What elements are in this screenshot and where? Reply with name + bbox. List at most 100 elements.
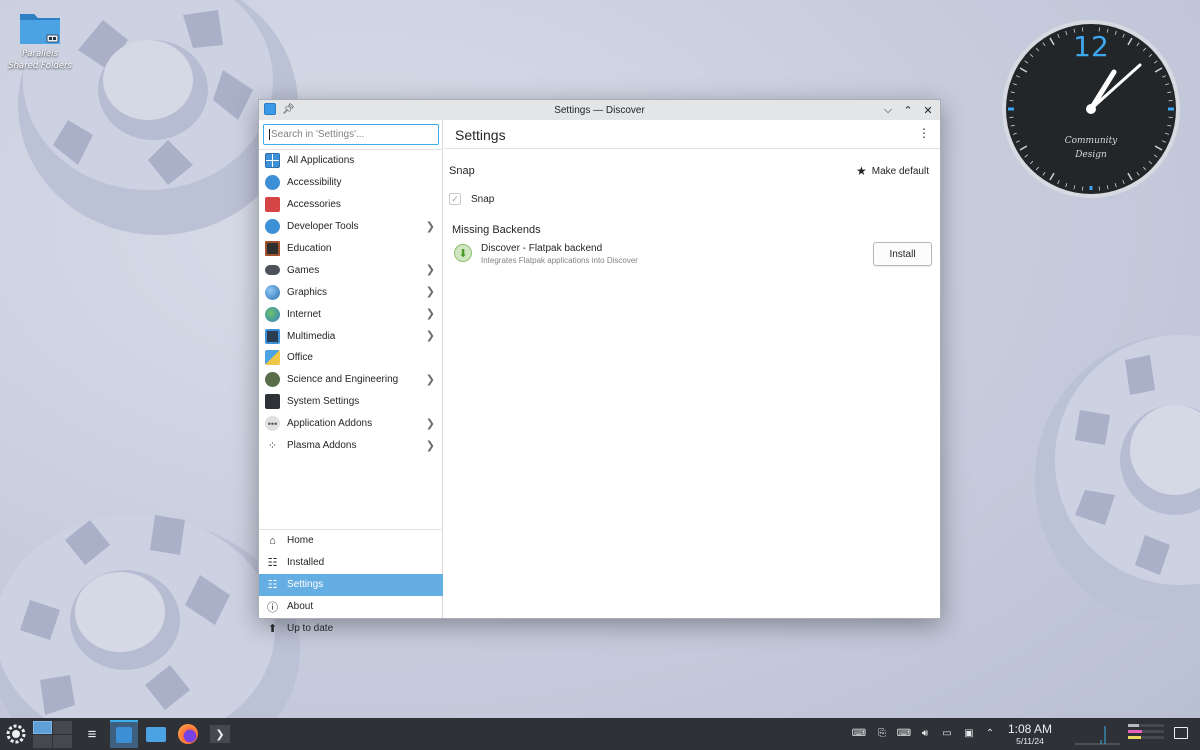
dots-icon: ••• xyxy=(265,416,280,432)
maximize-button[interactable]: ⌃ xyxy=(900,102,916,118)
settings-sliders-icon: ☷ xyxy=(267,579,278,592)
minimize-button[interactable]: ⌵ xyxy=(880,102,896,118)
sphere-icon xyxy=(265,284,280,300)
category-internet[interactable]: Internet ❯ xyxy=(259,303,443,325)
category-office[interactable]: Office xyxy=(259,347,443,369)
task-discover[interactable] xyxy=(110,720,138,748)
nav-label: Settings xyxy=(287,579,324,591)
category-label: Science and Engineering xyxy=(287,374,399,386)
category-list: All Applications Accessibility Accessori… xyxy=(259,149,443,456)
chevron-right-icon: ❯ xyxy=(425,330,435,343)
nav-label: Installed xyxy=(287,557,325,569)
keyboard-icon[interactable]: ⌨ xyxy=(897,727,911,739)
digital-clock[interactable]: 1:08 AM 5/11/24 xyxy=(1003,722,1057,747)
clock-date: 5/11/24 xyxy=(1016,736,1044,746)
expand-tray-icon[interactable]: ⌃ xyxy=(984,727,996,739)
missing-backends-title: Missing Backends xyxy=(452,224,541,236)
category-plasma-addons[interactable]: ⁘ Plasma Addons ❯ xyxy=(259,435,443,457)
task-firefox[interactable] xyxy=(174,720,202,748)
desktop-3[interactable] xyxy=(32,734,52,748)
desktop-icon-label: Parallels Shared Folders xyxy=(8,49,72,71)
clock-brand-line2: Design xyxy=(1074,150,1107,160)
task-dolphin[interactable] xyxy=(142,720,170,748)
category-science-and-engineering[interactable]: Science and Engineering ❯ xyxy=(259,369,443,391)
chevron-right-icon: ❯ xyxy=(425,439,435,452)
show-desktop-icon[interactable] xyxy=(1174,727,1188,739)
page-title: Settings xyxy=(455,127,506,143)
virtual-desktop-pager[interactable] xyxy=(32,720,72,748)
search-input[interactable]: Search in 'Settings'... xyxy=(263,124,439,145)
pin-icon[interactable]: 📌︎ xyxy=(282,104,295,115)
chevron-right-icon: ❯ xyxy=(425,417,435,430)
more-options-button[interactable]: ⋮ xyxy=(918,127,930,139)
category-system-settings[interactable]: System Settings xyxy=(259,391,443,413)
desktop-2[interactable] xyxy=(52,720,72,734)
category-label: Internet xyxy=(287,308,321,320)
chevron-right-icon: ❯ xyxy=(425,373,435,386)
volume-icon[interactable]: 🔊︎ xyxy=(919,727,931,739)
chevron-right-icon: ❯ xyxy=(425,286,435,299)
discover-app-icon[interactable] xyxy=(264,103,276,115)
nav-label: Up to date xyxy=(287,623,334,634)
globe-icon xyxy=(265,306,280,322)
category-all-applications[interactable]: All Applications xyxy=(259,150,443,172)
chalkboard-icon xyxy=(265,241,280,256)
search-placeholder: Search in 'Settings'... xyxy=(271,129,365,141)
install-button[interactable]: Install xyxy=(873,242,932,266)
chevron-right-icon: ❯ xyxy=(425,264,435,277)
office-icon xyxy=(265,350,280,366)
chevron-up-icon: ⌃ xyxy=(903,104,913,117)
category-education[interactable]: Education xyxy=(259,238,443,260)
category-accessories[interactable]: Accessories xyxy=(259,194,443,216)
nav-home[interactable]: ⌂ Home xyxy=(259,530,443,552)
memory-monitor-bars[interactable] xyxy=(1128,724,1164,744)
chevron-right-icon: ❯ xyxy=(425,220,435,233)
category-accessibility[interactable]: Accessibility xyxy=(259,172,443,194)
clipboard-icon[interactable]: ⎘ xyxy=(876,727,888,739)
update-icon: ⬆︎ xyxy=(267,623,278,635)
grid-icon xyxy=(265,153,280,169)
nav-about[interactable]: ⓘ About xyxy=(259,596,443,618)
category-multimedia[interactable]: Multimedia ❯ xyxy=(259,325,443,347)
category-application-addons[interactable]: ••• Application Addons ❯ xyxy=(259,413,443,435)
nav-up-to-date[interactable]: ⬆︎ Up to date xyxy=(259,618,443,640)
close-button[interactable]: ✕ xyxy=(920,102,936,118)
make-default-button[interactable]: ★ Make default xyxy=(856,164,929,178)
folder-icon xyxy=(18,8,62,46)
text-caret xyxy=(269,129,270,140)
taskbar: ≡ ❯ ⌨ ⎘ ⌨ 🔊︎ ▭ ▣ ⌃ 1:08 AM 5/11/24 xyxy=(0,718,1200,750)
category-label: Developer Tools xyxy=(287,221,359,233)
bottom-navigation: ⌂ Home ☷ Installed ☷ Settings ⓘ About ⬆︎… xyxy=(259,529,443,639)
home-icon: ⌂ xyxy=(269,534,276,547)
category-games[interactable]: Games ❯ xyxy=(259,259,443,281)
network-icon[interactable]: ▣ xyxy=(963,727,975,739)
desktop-shared-folders-icon[interactable]: Parallels Shared Folders xyxy=(8,8,72,72)
desktop-4[interactable] xyxy=(52,734,72,748)
chevron-right-icon: ❯ xyxy=(425,308,435,321)
task-konsole[interactable]: ❯ xyxy=(206,720,234,748)
nav-label: About xyxy=(287,601,314,613)
desktop-1[interactable] xyxy=(32,720,52,734)
plasma-icon: ⁘ xyxy=(267,440,278,453)
backend-description: Integrates Flatpak applications into Dis… xyxy=(481,256,638,265)
window-title: Settings — Discover xyxy=(554,104,645,116)
clock-time: 1:08 AM xyxy=(1007,722,1053,736)
nav-installed[interactable]: ☷ Installed xyxy=(259,552,443,574)
clock-twelve-numeral: 12 xyxy=(1073,30,1109,63)
window-titlebar[interactable]: 📌︎ Settings — Discover ⌵ ⌃ ✕ xyxy=(259,100,940,120)
system-monitor-graph[interactable] xyxy=(1075,723,1120,745)
category-label: Accessibility xyxy=(287,177,342,189)
nav-settings[interactable]: ☷ Settings xyxy=(259,573,443,596)
task-system-settings[interactable]: ≡ xyxy=(80,720,104,748)
firefox-icon xyxy=(178,724,198,744)
page-header: Settings ⋮ xyxy=(444,120,940,149)
gamepad-icon xyxy=(265,265,280,276)
snap-checkbox[interactable]: ✓ xyxy=(449,193,461,205)
snap-source-row[interactable]: ✓ Snap xyxy=(449,193,494,205)
analog-clock-widget[interactable]: 12 Community Design xyxy=(1002,20,1180,198)
terminal-tray-icon[interactable]: ⌨ xyxy=(852,727,866,739)
battery-icon[interactable]: ▭ xyxy=(941,727,953,739)
category-graphics[interactable]: Graphics ❯ xyxy=(259,281,443,303)
app-launcher-button[interactable] xyxy=(4,720,28,748)
category-developer-tools[interactable]: Developer Tools ❯ xyxy=(259,216,443,238)
